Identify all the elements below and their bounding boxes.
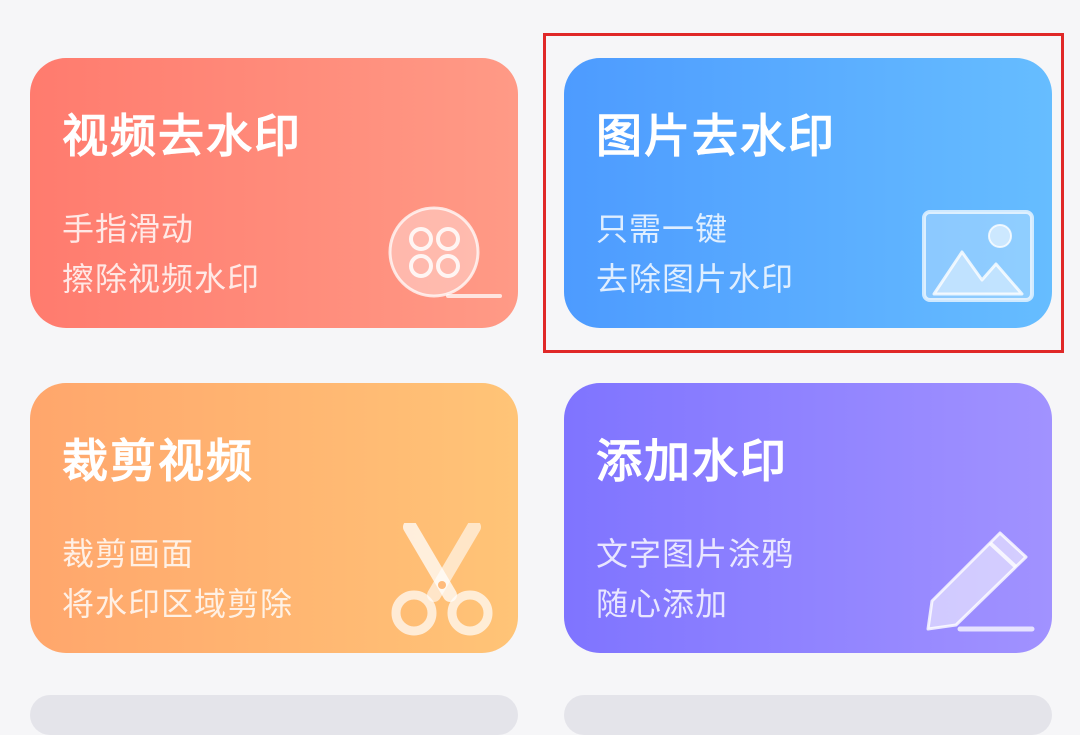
card-subtitle-line2: 随心添加 [596,585,729,623]
card-subtitle-line2: 去除图片水印 [596,260,795,298]
next-card-peek[interactable] [564,695,1052,735]
card-title: 裁剪视频 [62,434,254,488]
card-subtitle-line2: 擦除视频水印 [62,260,261,298]
film-reel-icon [388,206,502,298]
card-title: 添加水印 [596,434,788,488]
pencil-icon [926,531,1035,632]
card-subtitle-line1: 手指滑动 [62,210,195,248]
card-subtitle-line2: 将水印区域剪除 [62,585,294,623]
card-subtitle-line1: 裁剪画面 [62,535,195,573]
card-subtitle-line1: 只需一键 [596,210,729,248]
video-watermark-remove-card[interactable]: 视频去水印 手指滑动 擦除视频水印 [30,58,518,328]
image-watermark-remove-card[interactable]: 图片去水印 只需一键 去除图片水印 [564,58,1052,328]
next-card-peek[interactable] [30,695,518,735]
scissors-icon [391,523,493,636]
image-icon [922,210,1034,302]
add-watermark-card[interactable]: 添加水印 文字图片涂鸦 随心添加 [564,383,1052,653]
card-title: 视频去水印 [62,109,302,163]
card-title: 图片去水印 [596,109,836,163]
card-subtitle-line1: 文字图片涂鸦 [596,535,795,573]
crop-video-card[interactable]: 裁剪视频 裁剪画面 将水印区域剪除 [30,383,518,653]
